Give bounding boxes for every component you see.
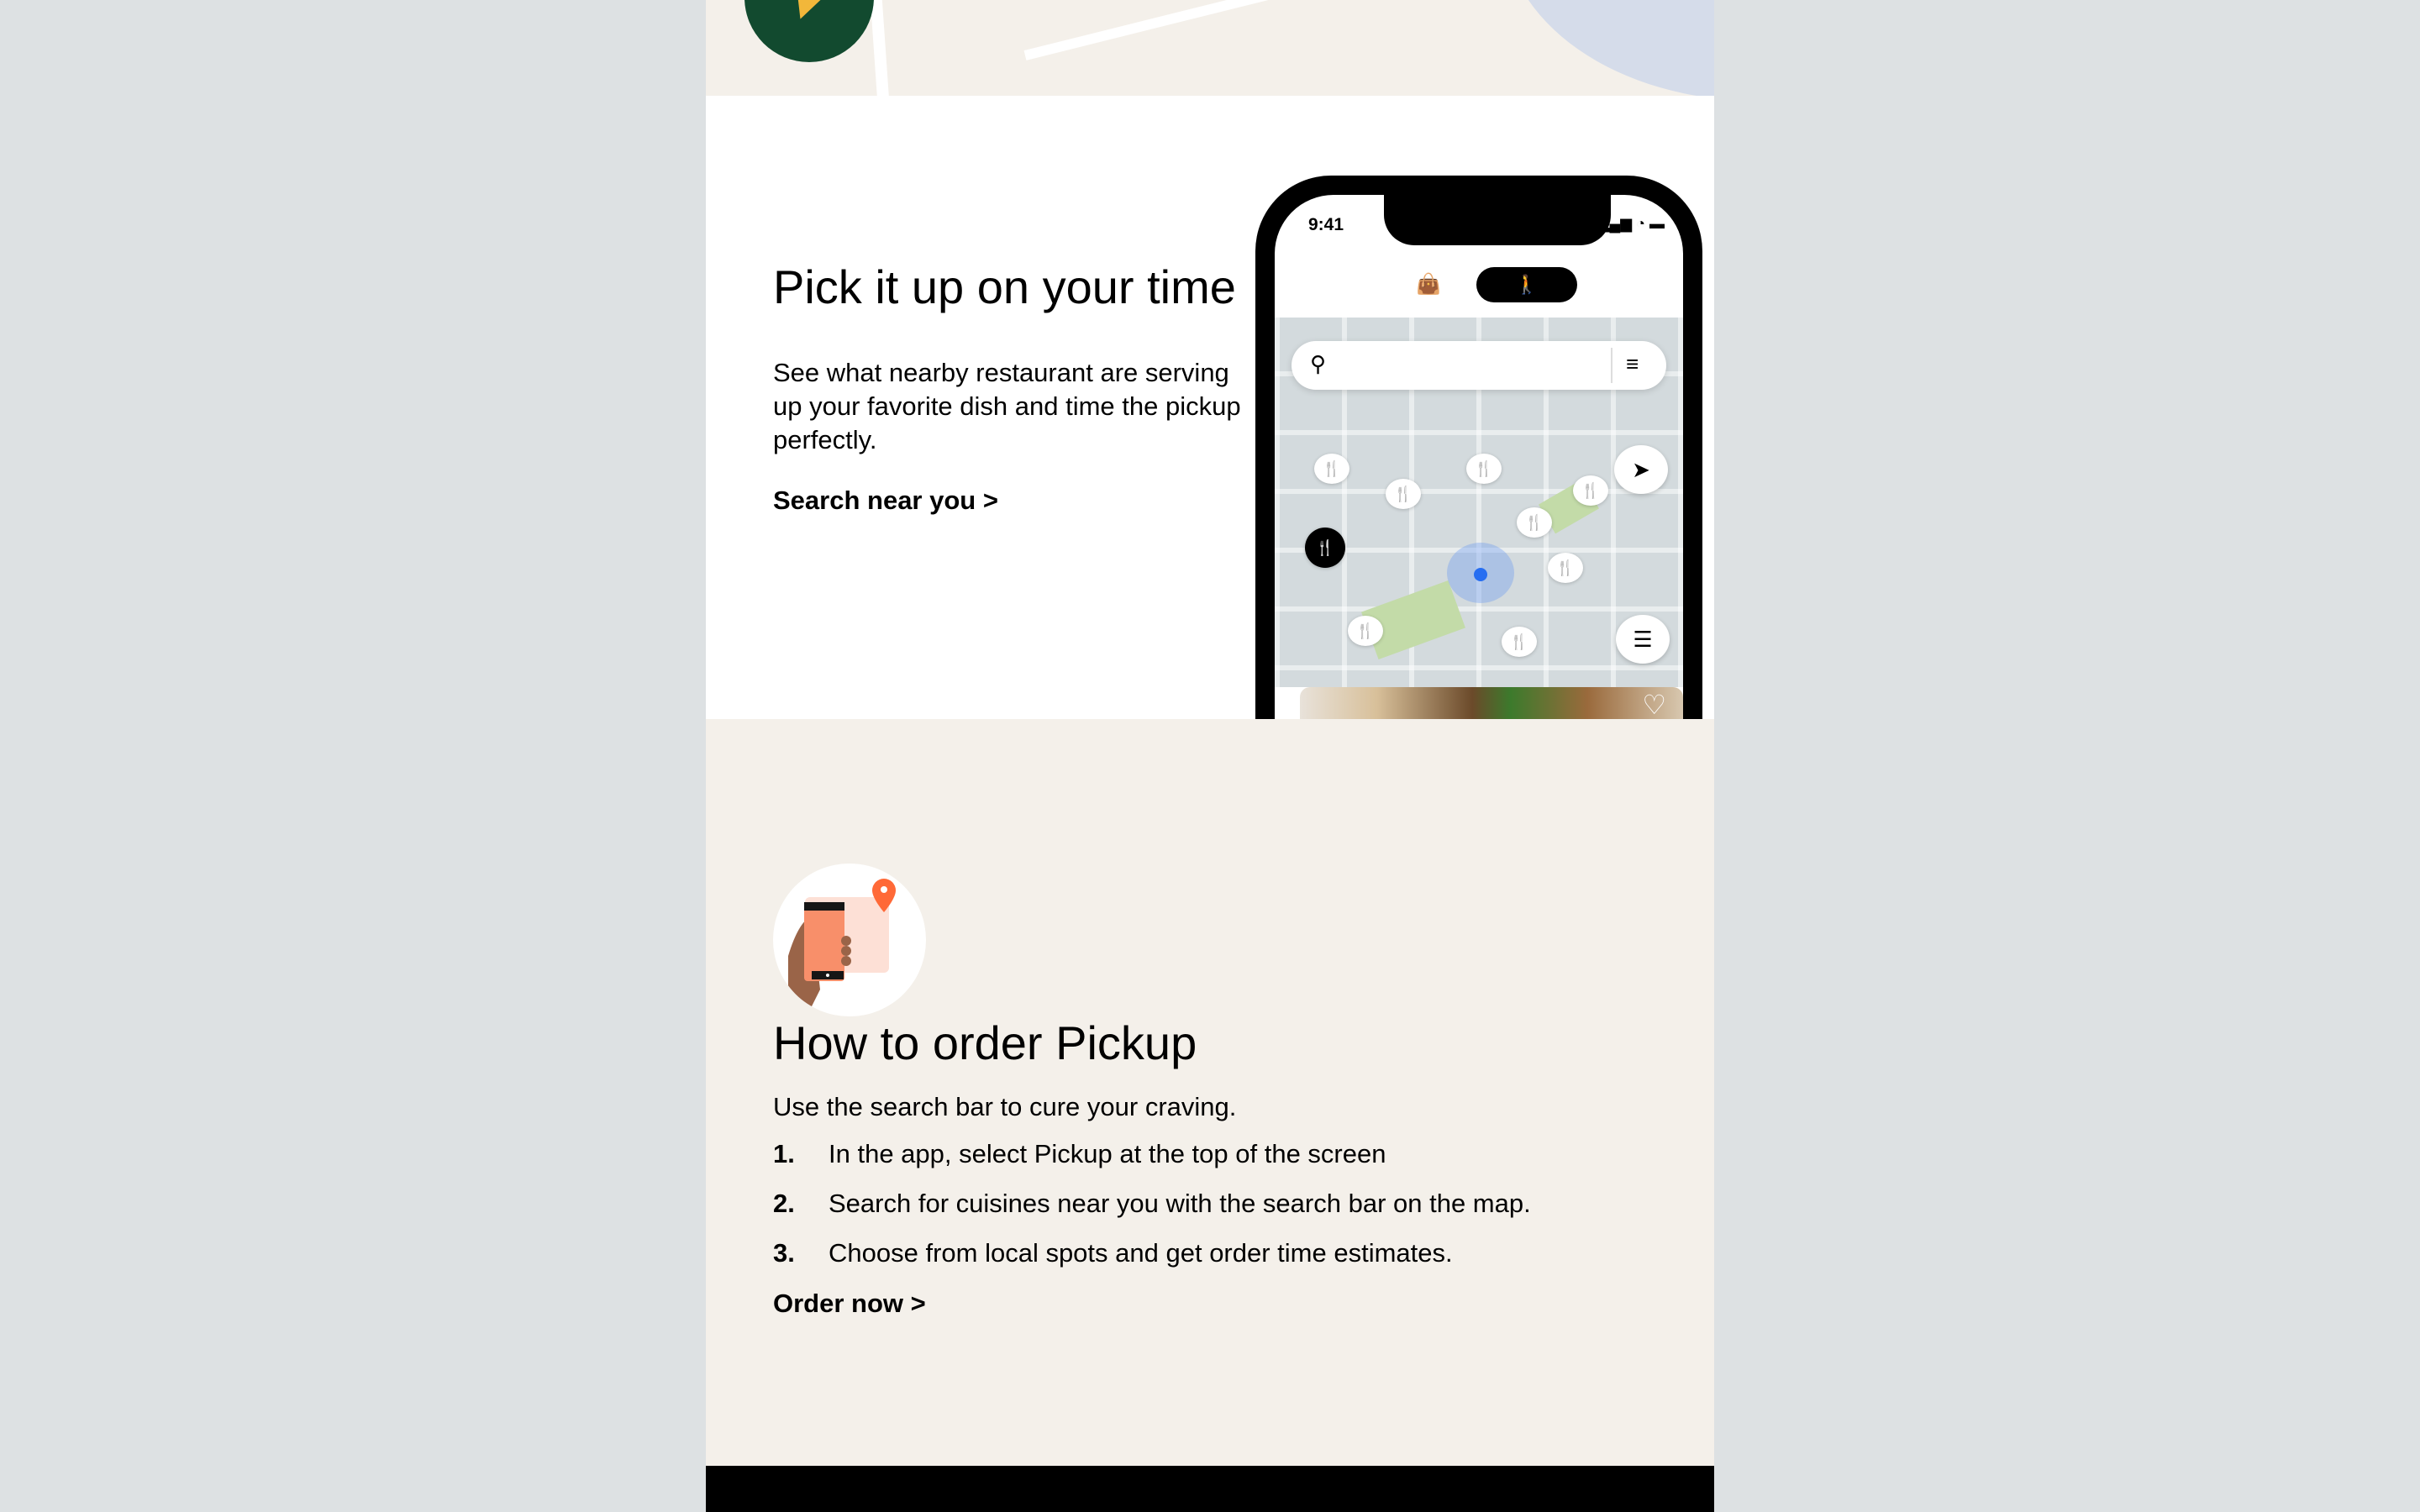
heart-icon[interactable]: ♡ xyxy=(1642,689,1666,721)
locate-me-button[interactable]: ➤ xyxy=(1614,445,1668,494)
how-to-intro: Use the search bar to cure your craving. xyxy=(773,1092,1237,1121)
step-text: Search for cuisines near you with the se… xyxy=(829,1189,1531,1218)
restaurant-pin[interactable]: 🍴 xyxy=(1573,475,1608,506)
footer xyxy=(706,1466,1714,1512)
section-description: See what nearby restaurant are serving u… xyxy=(773,358,1241,454)
pickup-section: Pick it up on your time See what nearby … xyxy=(706,96,1714,764)
list-view-button[interactable]: ☰ xyxy=(1616,615,1670,664)
how-to-title: How to order Pickup xyxy=(773,1016,1197,1069)
map-banner xyxy=(706,0,1714,96)
restaurant-pin[interactable]: 🍴 xyxy=(1386,479,1421,509)
user-location xyxy=(1447,543,1514,603)
restaurant-pin[interactable]: 🍴 xyxy=(1466,454,1502,484)
how-to-section: How to order Pickup Use the search bar t… xyxy=(706,719,1714,1466)
step-item: 3. Choose from local spots and get order … xyxy=(773,1238,1453,1268)
step-item: 1. In the app, select Pickup at the top o… xyxy=(773,1139,1386,1169)
map-water xyxy=(1504,0,1714,96)
step-text: In the app, select Pickup at the top of … xyxy=(829,1139,1386,1168)
phone-mockup: 9:41 ▂▄▆ ◔ ▬ 👜 🚶 ⚲ ≡ 🍴 🍴 🍴 🍴 🍴 🍴 🍴 🍴 🍴 ➤… xyxy=(1255,176,1702,764)
search-icon: ⚲ xyxy=(1310,351,1327,376)
status-icons: ▂▄▆ ◔ ▬ xyxy=(1597,215,1665,232)
map-search-bar[interactable]: ⚲ ≡ xyxy=(1292,341,1666,390)
pizza-icon xyxy=(744,0,874,62)
phone-map-illustration xyxy=(773,864,926,1016)
pickup-icon: 🚶 xyxy=(1515,274,1539,295)
step-text: Choose from local spots and get order ti… xyxy=(829,1238,1453,1268)
order-now-link[interactable]: Order now > xyxy=(773,1289,926,1319)
restaurant-pin[interactable]: 🍴 xyxy=(1314,454,1349,484)
restaurant-pin[interactable]: 🍴 xyxy=(1502,627,1537,657)
step-number: 1. xyxy=(773,1139,795,1168)
restaurant-map[interactable]: ⚲ ≡ 🍴 🍴 🍴 🍴 🍴 🍴 🍴 🍴 🍴 ➤ ☰ xyxy=(1275,318,1683,687)
restaurant-pin[interactable]: 🍴 xyxy=(1348,616,1383,646)
restaurant-pin[interactable]: 🍴 xyxy=(1517,507,1552,538)
filter-icon[interactable]: ≡ xyxy=(1626,351,1639,377)
page-column: Pick it up on your time See what nearby … xyxy=(706,0,1714,1512)
restaurant-pin[interactable]: 🍴 xyxy=(1548,553,1583,583)
step-number: 3. xyxy=(773,1238,795,1268)
navigation-arrow-icon: ➤ xyxy=(1632,457,1650,482)
pickup-toggle[interactable]: 🚶 xyxy=(1476,267,1577,302)
phone-notch xyxy=(1384,195,1611,245)
status-time: 9:41 xyxy=(1308,215,1344,234)
selected-restaurant-pin[interactable]: 🍴 xyxy=(1305,528,1345,568)
list-icon: ☰ xyxy=(1633,627,1653,652)
delivery-icon[interactable]: 👜 xyxy=(1416,272,1441,297)
phone-screen: 9:41 ▂▄▆ ◔ ▬ 👜 🚶 ⚲ ≡ 🍴 🍴 🍴 🍴 🍴 🍴 🍴 🍴 🍴 ➤… xyxy=(1275,195,1683,732)
search-near-you-link[interactable]: Search near you > xyxy=(773,486,998,516)
section-title: Pick it up on your time xyxy=(773,260,1236,313)
map-road xyxy=(869,0,891,96)
step-number: 2. xyxy=(773,1189,795,1218)
step-item: 2. Search for cuisines near you with the … xyxy=(773,1189,1531,1219)
